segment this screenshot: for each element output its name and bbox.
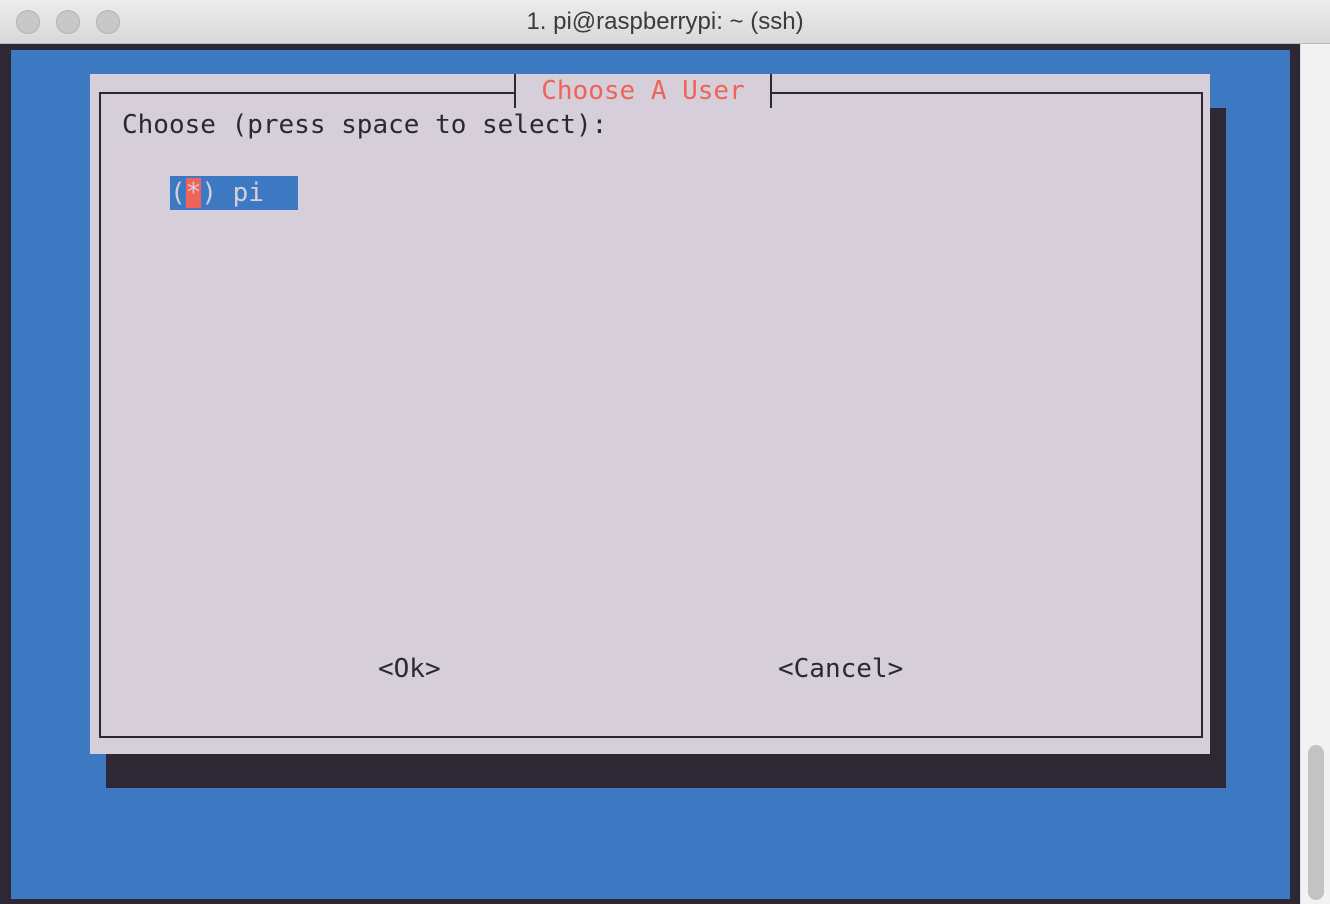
window-titlebar[interactable]: 1. pi@raspberrypi: ~ (ssh) xyxy=(0,0,1330,44)
dialog-title-box: Choose A User xyxy=(514,74,772,108)
radio-selected-mark[interactable]: * xyxy=(185,178,202,208)
user-option-pi[interactable]: (*) pi xyxy=(170,176,298,210)
radio-open-paren: ( xyxy=(170,178,186,208)
window-title: 1. pi@raspberrypi: ~ (ssh) xyxy=(526,8,804,35)
user-option-label: ) pi xyxy=(201,178,280,208)
cancel-button[interactable]: <Cancel> xyxy=(778,652,903,686)
terminal-window: 1. pi@raspberrypi: ~ (ssh) Choose A User… xyxy=(0,0,1330,904)
scrollbar-thumb[interactable] xyxy=(1308,745,1324,900)
dialog-prompt: Choose (press space to select): xyxy=(122,110,608,140)
dialog-title: Choose A User xyxy=(541,76,745,106)
choose-user-dialog: Choose A User Choose (press space to sel… xyxy=(90,74,1210,754)
ok-button[interactable]: <Ok> xyxy=(378,652,441,686)
